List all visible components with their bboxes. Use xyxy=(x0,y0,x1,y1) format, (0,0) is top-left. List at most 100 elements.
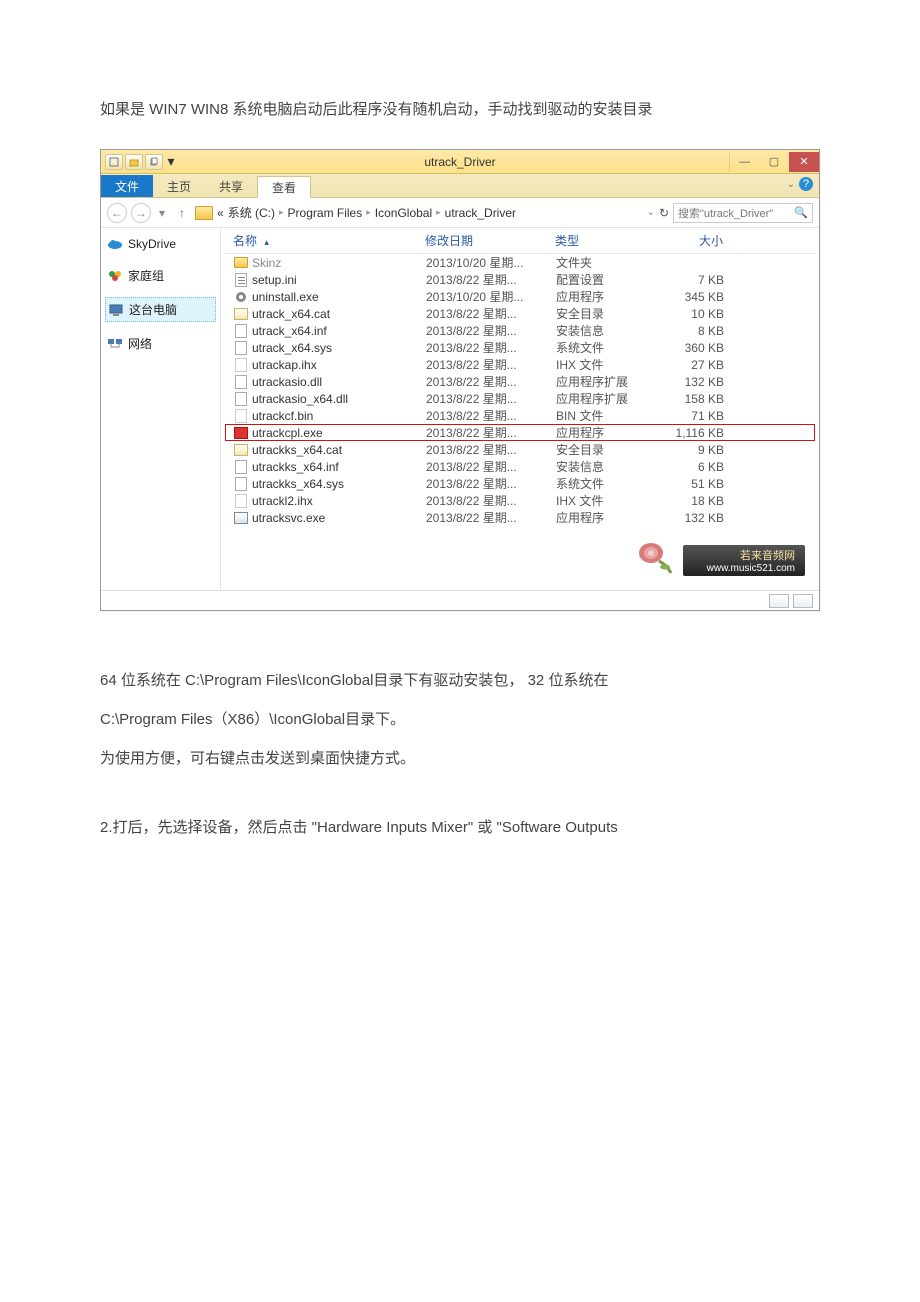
forward-button[interactable]: → xyxy=(131,203,151,223)
file-type: 系统文件 xyxy=(556,339,656,356)
sidebar-item-label: 家庭组 xyxy=(128,267,164,284)
sidebar-item-skydrive[interactable]: SkyDrive xyxy=(105,234,216,254)
file-size: 10 KB xyxy=(656,307,736,321)
explorer-window: ▾ utrack_Driver — ▢ ✕ 文件 主页 共享 查看 ⌄ ? ← … xyxy=(100,149,820,611)
file-size: 132 KB xyxy=(656,375,736,389)
column-size[interactable]: 大小 xyxy=(655,232,735,249)
sys-icon xyxy=(234,392,248,406)
file-row[interactable]: utrackasio.dll2013/8/22 星期...应用程序扩展132 K… xyxy=(225,373,815,390)
file-row[interactable]: utrack_x64.sys 2013/8/22 星期...系统文件360 KB xyxy=(225,339,815,356)
file-date: 2013/8/22 星期... xyxy=(426,390,556,407)
column-type[interactable]: 类型 xyxy=(555,232,655,249)
explorer-body: SkyDrive 家庭组 这台电脑 网络 xyxy=(101,228,819,590)
file-row[interactable]: Skinz2013/10/20 星期...文件夹 xyxy=(225,254,815,271)
chevron-right-icon: ▸ xyxy=(436,207,441,218)
doc-paragraph-2: 64 位系统在 C:\Program Files\IconGlobal目录下有驱… xyxy=(100,661,820,700)
file-size: 51 KB xyxy=(656,477,736,491)
file-type: 安装信息 xyxy=(556,458,656,475)
file-size: 360 KB xyxy=(656,341,736,355)
file-pane: 名称 ▴ 修改日期 类型 大小 Skinz2013/10/20 星期...文件夹… xyxy=(221,228,819,590)
exe2-icon xyxy=(234,511,248,525)
doc-follow-paragraphs: 64 位系统在 C:\Program Files\IconGlobal目录下有驱… xyxy=(100,661,820,847)
column-date[interactable]: 修改日期 xyxy=(425,232,555,249)
file-size: 18 KB xyxy=(656,494,736,508)
refresh-icon[interactable]: ↻ xyxy=(659,206,669,220)
file-date: 2013/8/22 星期... xyxy=(426,339,556,356)
file-row[interactable]: utrackl2.ihx 2013/8/22 星期...IHX 文件18 KB xyxy=(225,492,815,509)
breadcrumb-dropdown-icon[interactable]: ⌄ xyxy=(647,207,655,218)
sidebar-item-label: SkyDrive xyxy=(128,237,176,251)
search-icon[interactable]: 🔍 xyxy=(794,206,808,219)
column-headers: 名称 ▴ 修改日期 类型 大小 xyxy=(225,228,815,254)
redexe-icon xyxy=(234,426,248,440)
file-date: 2013/8/22 星期... xyxy=(426,305,556,322)
file-type: 配置设置 xyxy=(556,271,656,288)
file-row[interactable]: utrackks_x64.sys2013/8/22 星期...系统文件51 KB xyxy=(225,475,815,492)
ribbon-collapse-icon[interactable]: ⌄ xyxy=(787,179,795,190)
gear-icon xyxy=(234,290,248,304)
tab-view[interactable]: 查看 xyxy=(257,176,311,198)
file-name: utrackks_x64.cat xyxy=(252,443,342,457)
file-row[interactable]: utracksvc.exe2013/8/22 星期...应用程序132 KB xyxy=(225,509,815,526)
file-date: 2013/8/22 星期... xyxy=(426,441,556,458)
sidebar-item-homegroup[interactable]: 家庭组 xyxy=(105,264,216,287)
file-name: utracksvc.exe xyxy=(252,511,325,525)
column-name[interactable]: 名称 ▴ xyxy=(225,232,425,249)
chevron-right-icon: ▸ xyxy=(366,207,371,218)
file-date: 2013/8/22 星期... xyxy=(426,492,556,509)
file-row[interactable]: setup.ini2013/8/22 星期...配置设置7 KB xyxy=(225,271,815,288)
up-button[interactable]: ↑ xyxy=(173,204,191,222)
file-date: 2013/8/22 星期... xyxy=(426,356,556,373)
file-name: utrackl2.ihx xyxy=(252,494,313,508)
file-date: 2013/8/22 星期... xyxy=(426,475,556,492)
breadcrumb-prefix: « xyxy=(217,206,224,220)
file-type: 应用程序 xyxy=(556,288,656,305)
search-placeholder: 搜索"utrack_Driver" xyxy=(678,205,773,221)
file-size: 345 KB xyxy=(656,290,736,304)
watermark-area: 若来音频网 www.music521.com xyxy=(225,526,815,586)
file-name: setup.ini xyxy=(252,273,297,287)
file-row[interactable]: utrackcpl.exe2013/8/22 星期...应用程序1,116 KB xyxy=(225,424,815,441)
file-type: IHX 文件 xyxy=(556,492,656,509)
tab-file[interactable]: 文件 xyxy=(101,175,153,197)
file-name: utrackcpl.exe xyxy=(252,426,323,440)
tab-home[interactable]: 主页 xyxy=(153,175,205,197)
file-type: 应用程序 xyxy=(556,424,656,441)
history-dropdown-icon[interactable]: ▾ xyxy=(155,203,169,223)
file-row[interactable]: utrack_x64.cat2013/8/22 星期...安全目录10 KB xyxy=(225,305,815,322)
file-row[interactable]: utrackap.ihx2013/8/22 星期...IHX 文件27 KB xyxy=(225,356,815,373)
breadcrumb-seg1[interactable]: 系统 (C:) xyxy=(228,204,275,221)
breadcrumb[interactable]: « 系统 (C:) ▸ Program Files ▸ IconGlobal ▸… xyxy=(217,204,643,221)
breadcrumb-seg4[interactable]: utrack_Driver xyxy=(445,206,516,220)
file-row[interactable]: uninstall.exe2013/10/20 星期...应用程序345 KB xyxy=(225,288,815,305)
file-type: 安全目录 xyxy=(556,305,656,322)
search-input[interactable]: 搜索"utrack_Driver" 🔍 xyxy=(673,203,813,223)
file-row[interactable]: utrackks_x64.inf2013/8/22 星期...安装信息6 KB xyxy=(225,458,815,475)
back-button[interactable]: ← xyxy=(107,203,127,223)
file-row[interactable]: utrackcf.bin2013/8/22 星期...BIN 文件71 KB xyxy=(225,407,815,424)
file-row[interactable]: utrackks_x64.cat2013/8/22 星期...安全目录9 KB xyxy=(225,441,815,458)
file-name: utrackasio_x64.dll xyxy=(252,392,348,406)
column-name-label: 名称 xyxy=(233,234,257,248)
tab-share[interactable]: 共享 xyxy=(205,175,257,197)
breadcrumb-seg2[interactable]: Program Files xyxy=(288,206,363,220)
ribbon-help: ⌄ ? xyxy=(787,177,813,191)
inf-icon xyxy=(234,460,248,474)
file-row[interactable]: utrack_x64.inf2013/8/22 星期...安装信息8 KB xyxy=(225,322,815,339)
view-details-icon[interactable] xyxy=(769,594,789,608)
breadcrumb-seg3[interactable]: IconGlobal xyxy=(375,206,432,220)
doc-paragraph-3: C:\Program Files（X86）\IconGlobal目录下。 xyxy=(100,700,820,739)
file-name: utrackks_x64.inf xyxy=(252,460,339,474)
sidebar-item-thispc[interactable]: 这台电脑 xyxy=(105,297,216,322)
sidebar-item-label: 网络 xyxy=(128,335,152,352)
help-icon[interactable]: ? xyxy=(799,177,813,191)
file-row[interactable]: utrackasio_x64.dll2013/8/22 星期...应用程序扩展1… xyxy=(225,390,815,407)
ribbon-tabs: 文件 主页 共享 查看 ⌄ ? xyxy=(101,174,819,198)
view-large-icon[interactable] xyxy=(793,594,813,608)
sidebar-item-network[interactable]: 网络 xyxy=(105,332,216,355)
watermark-banner: 若来音频网 www.music521.com xyxy=(683,545,805,576)
inf-icon xyxy=(234,324,248,338)
file-size: 9 KB xyxy=(656,443,736,457)
file-name: utrack_x64.sys xyxy=(252,341,332,355)
file-type: 安装信息 xyxy=(556,322,656,339)
